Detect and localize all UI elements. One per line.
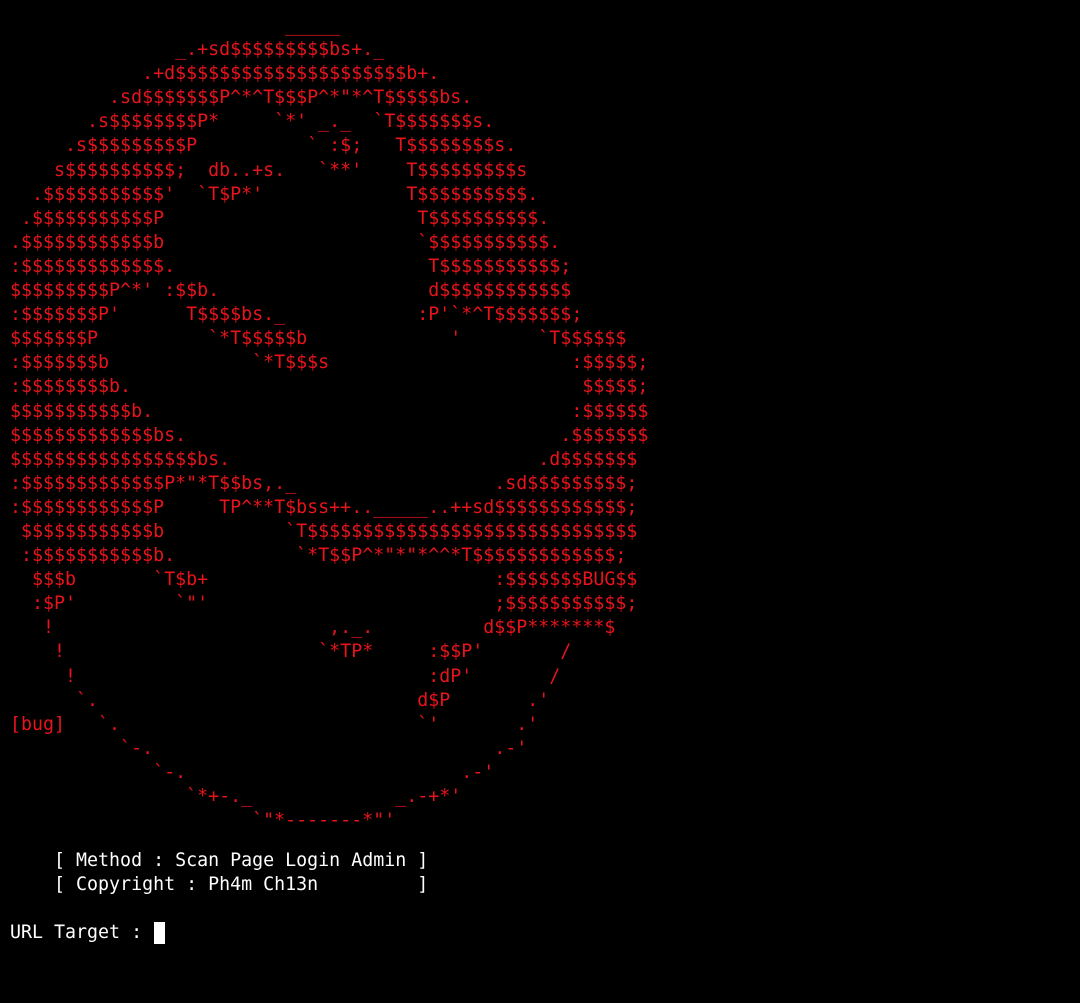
method-line: [ Method : Scan Page Login Admin ] [10,850,429,871]
url-target-label: URL Target : [10,921,154,943]
ascii-art-banner: _____ _.+sd$$$$$$$$$bs+._ .+d$$$$$$$$$$$… [10,15,649,832]
url-target-prompt[interactable]: URL Target : [10,921,166,945]
tool-info-block: [ Method : Scan Page Login Admin ] [ Cop… [10,849,428,897]
text-cursor [154,922,166,944]
copyright-line: [ Copyright : Ph4m Ch13n ] [10,874,429,896]
terminal-window: _____ _.+sd$$$$$$$$$bs+._ .+d$$$$$$$$$$$… [0,0,1080,1003]
